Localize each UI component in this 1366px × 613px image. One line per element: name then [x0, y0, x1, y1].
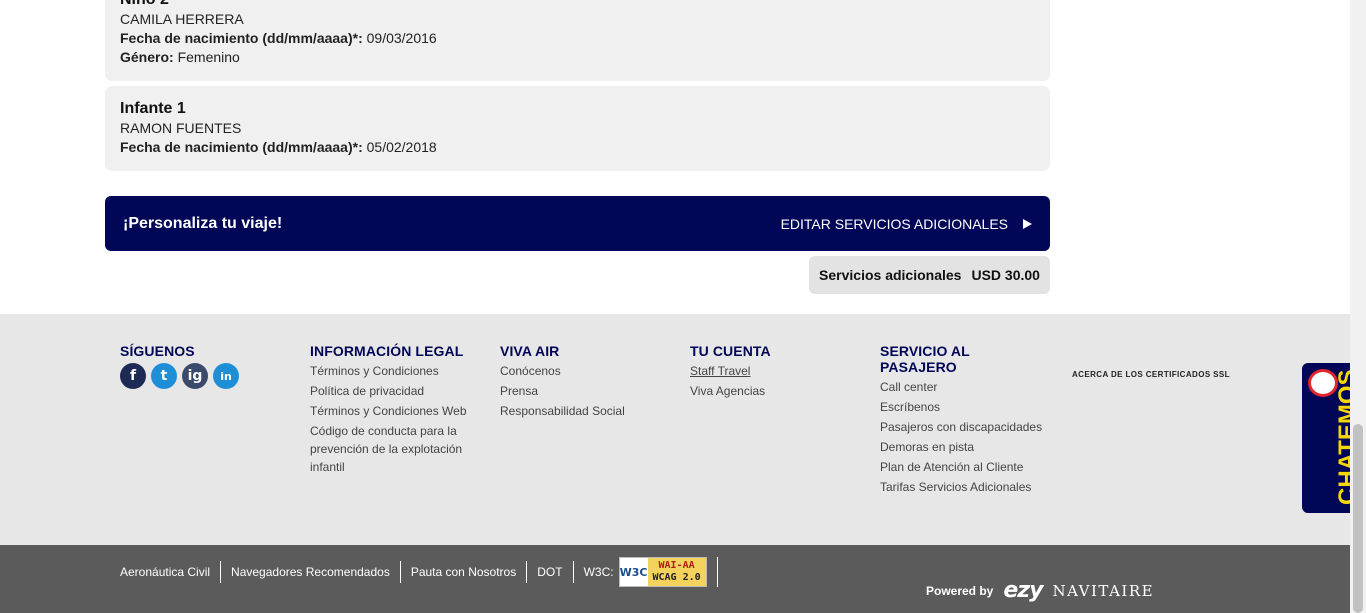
link-tarmac-delays[interactable]: Demoras en pista [880, 438, 1050, 456]
facebook-icon[interactable]: f [120, 363, 146, 389]
w3c-wcag-badge[interactable]: W3C WAI-AA WCAG 2.0 [618, 557, 707, 587]
footer-account-column: TU CUENTA Staff Travel Viva Agencias [690, 343, 771, 402]
w3c-label: W3C: [583, 565, 614, 579]
passenger-title: Infante 1 [120, 100, 186, 117]
link-web-terms[interactable]: Términos y Condiciones Web [310, 402, 480, 420]
navitaire-logo: NAVITAIRE [1052, 581, 1155, 600]
addon-label: Servicios adicionales [819, 267, 962, 283]
passenger-dob: Fecha de nacimiento (dd/mm/aaaa)*: 09/03… [120, 29, 1035, 48]
linkedin-icon[interactable]: in [213, 363, 239, 389]
footer-service-column: SERVICIO AL PASAJERO Call center Escríbe… [880, 343, 1050, 498]
passenger-name: RAMON FUENTES [120, 120, 242, 136]
link-browsers[interactable]: Navegadores Recomendados [221, 561, 401, 583]
footer: SÍGUENOS f t ig in INFORMACIÓN LEGAL Tér… [0, 314, 1366, 545]
ezy-logo: ezy [1003, 578, 1043, 603]
passenger-title: Niño 2 [120, 0, 1035, 10]
dob-value: 05/02/2018 [366, 139, 437, 155]
link-social-responsibility[interactable]: Responsabilidad Social [500, 402, 625, 420]
additional-services-total: Servicios adicionales USD 30.00 [809, 256, 1050, 294]
link-additional-fees[interactable]: Tarifas Servicios Adicionales [880, 478, 1050, 496]
w3c-section: W3C: W3C WAI-AA WCAG 2.0 [574, 557, 718, 587]
dob-value: 09/03/2016 [366, 30, 437, 46]
passenger-dob: Fecha de nacimiento (dd/mm/aaaa)*: 05/02… [120, 138, 1035, 157]
link-press[interactable]: Prensa [500, 382, 625, 400]
passenger-name: CAMILA HERRERA [120, 11, 244, 27]
edit-additional-services-button[interactable]: EDITAR SERVICIOS ADICIONALES [781, 216, 1032, 232]
footer-heading-vivaair: VIVA AIR [500, 343, 560, 359]
link-privacy[interactable]: Política de privacidad [310, 382, 480, 400]
gender-value: Femenino [177, 49, 240, 65]
wai-aa-text: WAI-AA [658, 560, 695, 571]
bottom-bar: Aeronáutica Civil Navegadores Recomendad… [0, 545, 1366, 613]
link-staff-travel[interactable]: Staff Travel [690, 362, 771, 380]
link-call-center[interactable]: Call center [880, 378, 1050, 396]
instagram-icon[interactable]: ig [182, 363, 208, 389]
link-terms[interactable]: Términos y Condiciones [310, 362, 480, 380]
link-write-us[interactable]: Escríbenos [880, 398, 1050, 416]
link-customer-plan[interactable]: Plan de Atención al Cliente [880, 458, 1050, 476]
link-disabilities[interactable]: Pasajeros con discapacidades [880, 418, 1050, 436]
passenger-card-infant-1: Infante 1 RAMON FUENTES Fecha de nacimie… [105, 86, 1050, 171]
wcag-text: WCAG 2.0 [652, 572, 701, 583]
twitter-icon[interactable]: t [151, 363, 177, 389]
scrollbar-thumb[interactable] [1353, 424, 1363, 613]
link-advertise[interactable]: Pauta con Nosotros [401, 561, 528, 583]
bottom-nav: Aeronáutica Civil Navegadores Recomendad… [120, 557, 718, 587]
passenger-card-child-2: Niño 2 CAMILA HERRERA Fecha de nacimient… [105, 0, 1050, 81]
dob-label: Fecha de nacimiento (dd/mm/aaaa)*: [120, 30, 363, 46]
dob-label: Fecha de nacimiento (dd/mm/aaaa)*: [120, 139, 363, 155]
gender-label: Género: [120, 49, 174, 65]
edit-services-label: EDITAR SERVICIOS ADICIONALES [780, 215, 1008, 232]
link-code-of-conduct[interactable]: Código de conducta para la prevención de… [310, 422, 480, 476]
powered-by-label: Powered by [926, 583, 994, 598]
passenger-gender: Género: Femenino [120, 48, 1035, 67]
link-about[interactable]: Conócenos [500, 362, 625, 380]
chat-widget[interactable]: CHATEMOS [1302, 363, 1361, 513]
footer-heading-service: SERVICIO AL PASAJERO [880, 343, 970, 375]
footer-social-column: SÍGUENOS f t ig in [120, 343, 239, 389]
social-icons: f t ig in [120, 363, 239, 389]
footer-heading-siguenos: SÍGUENOS [120, 343, 195, 359]
link-aeronautica[interactable]: Aeronáutica Civil [120, 561, 222, 583]
link-viva-agencias[interactable]: Viva Agencias [690, 382, 771, 400]
link-dot[interactable]: DOT [527, 561, 574, 583]
wcag-label: WAI-AA WCAG 2.0 [647, 558, 706, 586]
footer-legal-column: INFORMACIÓN LEGAL Términos y Condiciones… [310, 343, 480, 478]
ssl-certificates-link[interactable]: ACERCA DE LOS CERTIFICADOS SSL [1072, 370, 1230, 379]
footer-heading-account: TU CUENTA [690, 343, 771, 359]
w3c-logo-icon: W3C [619, 558, 648, 586]
page-scrollbar[interactable] [1350, 0, 1366, 613]
powered-by: Powered by ezy NAVITAIRE [926, 578, 1154, 603]
addon-value: USD 30.00 [971, 267, 1040, 283]
footer-heading-legal: INFORMACIÓN LEGAL [310, 343, 464, 359]
play-arrow-icon [1023, 218, 1032, 229]
personalize-banner: ¡Personaliza tu viaje! EDITAR SERVICIOS … [105, 196, 1050, 251]
banner-title: ¡Personaliza tu viaje! [123, 214, 283, 232]
footer-vivaair-column: VIVA AIR Conócenos Prensa Responsabilida… [500, 343, 625, 422]
